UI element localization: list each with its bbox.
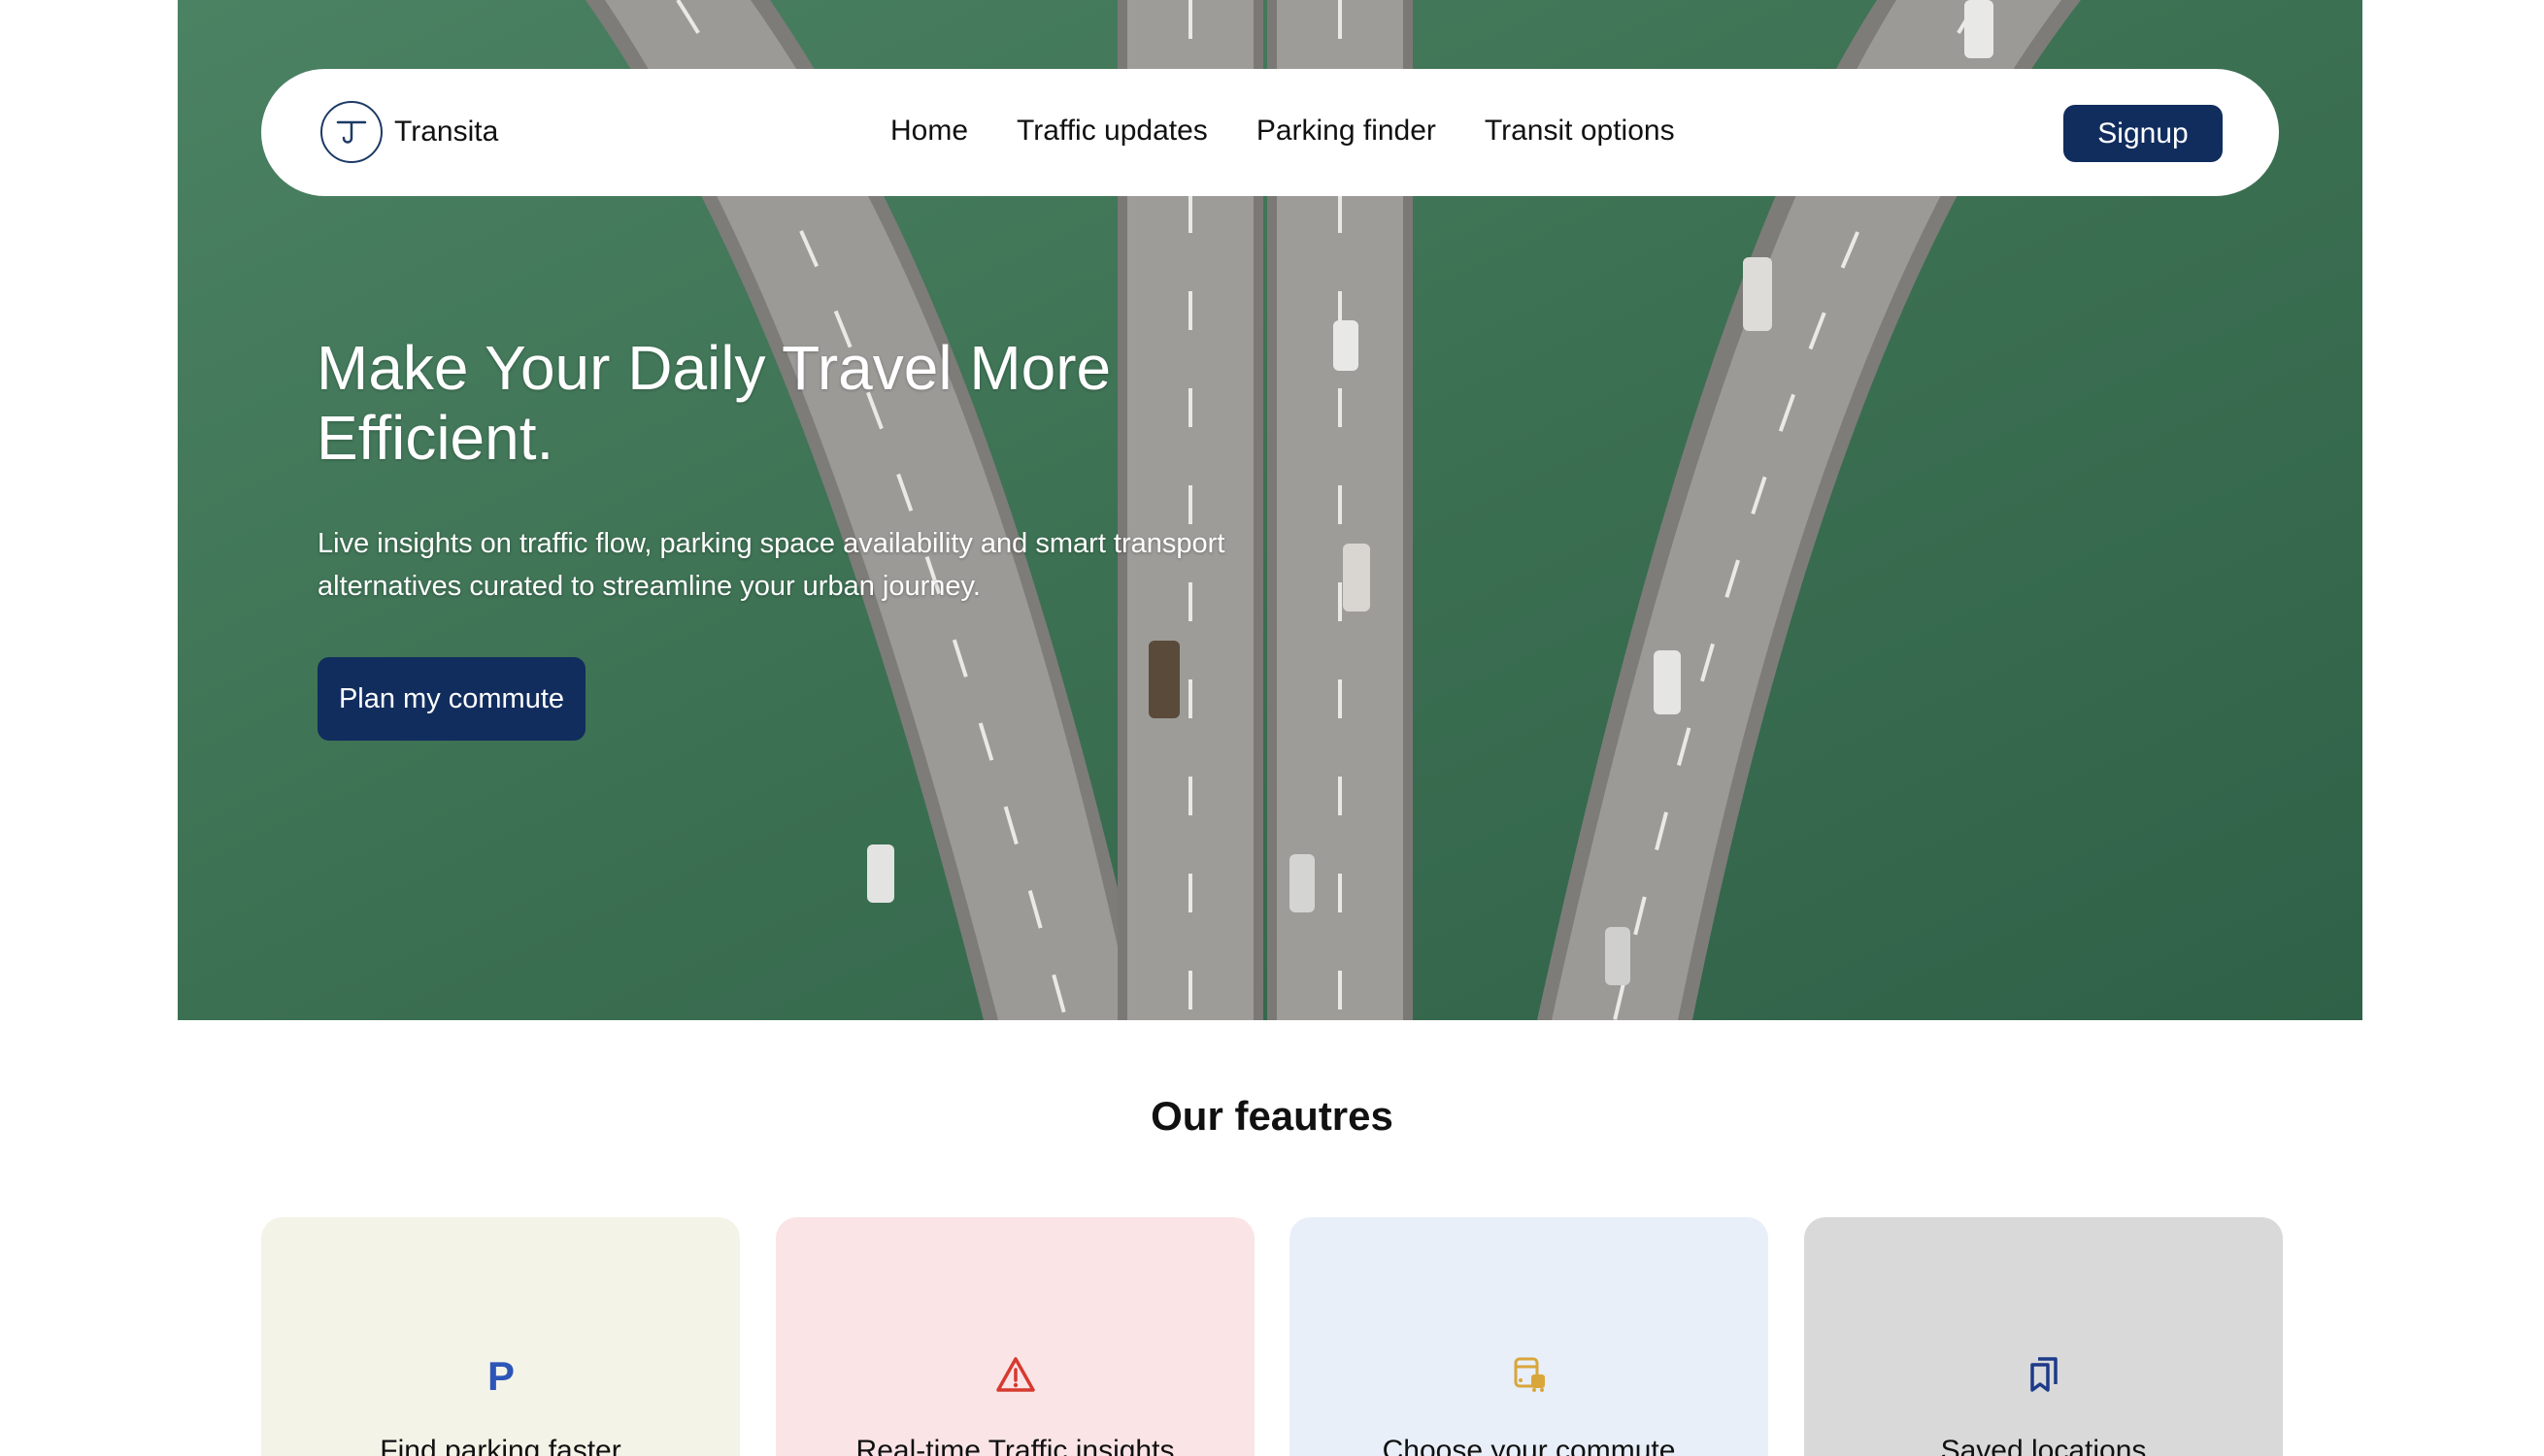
brand-logo[interactable]: Transita xyxy=(320,101,498,163)
feature-card-label: Real-time Traffic insights xyxy=(855,1435,1175,1456)
hero-title-line1: Make Your Daily Travel More xyxy=(317,333,1112,403)
bookmarks-icon xyxy=(1804,1353,2283,1396)
brand-name: Transita xyxy=(394,116,499,148)
nav-transit-options-link[interactable]: Transit options xyxy=(1485,115,1675,148)
bus-icon xyxy=(1289,1353,1768,1396)
top-navbar: Transita Home Traffic updates Parking fi… xyxy=(261,69,2279,196)
feature-card-commute[interactable]: Choose your commute xyxy=(1289,1217,1768,1456)
feature-card-label: Saved locations xyxy=(1940,1435,2147,1456)
nav-traffic-updates-link[interactable]: Traffic updates xyxy=(1017,115,1208,148)
signup-button[interactable]: Signup xyxy=(2063,105,2223,162)
feature-card-traffic[interactable]: Real-time Traffic insights xyxy=(776,1217,1255,1456)
feature-card-label: Choose your commute xyxy=(1382,1435,1676,1456)
nav-links: Home Traffic updates Parking finder Tran… xyxy=(890,115,1675,148)
parking-icon: P xyxy=(261,1353,740,1396)
warning-triangle-icon xyxy=(776,1353,1255,1396)
hero-title-line2: Efficient. xyxy=(317,403,554,473)
hero-subtitle-line1: Live insights on traffic flow, parking s… xyxy=(318,528,1225,559)
features-title: Our feautres xyxy=(1151,1093,1393,1139)
nav-home-link[interactable]: Home xyxy=(890,115,968,148)
plan-commute-button[interactable]: Plan my commute xyxy=(318,657,586,741)
t-route-logo-icon xyxy=(320,101,383,163)
nav-parking-finder-link[interactable]: Parking finder xyxy=(1256,115,1436,148)
svg-text:P: P xyxy=(486,1353,514,1396)
hero-subtitle-line2: alternatives curated to streamline your … xyxy=(318,571,981,602)
hero-subtitle: Live insights on traffic flow, parking s… xyxy=(318,522,1289,608)
feature-card-label: Find parking faster xyxy=(380,1435,621,1456)
hero-title: Make Your Daily Travel More Efficient. xyxy=(317,333,1190,473)
feature-card-parking[interactable]: P Find parking faster xyxy=(261,1217,740,1456)
feature-card-saved[interactable]: Saved locations xyxy=(1804,1217,2283,1456)
